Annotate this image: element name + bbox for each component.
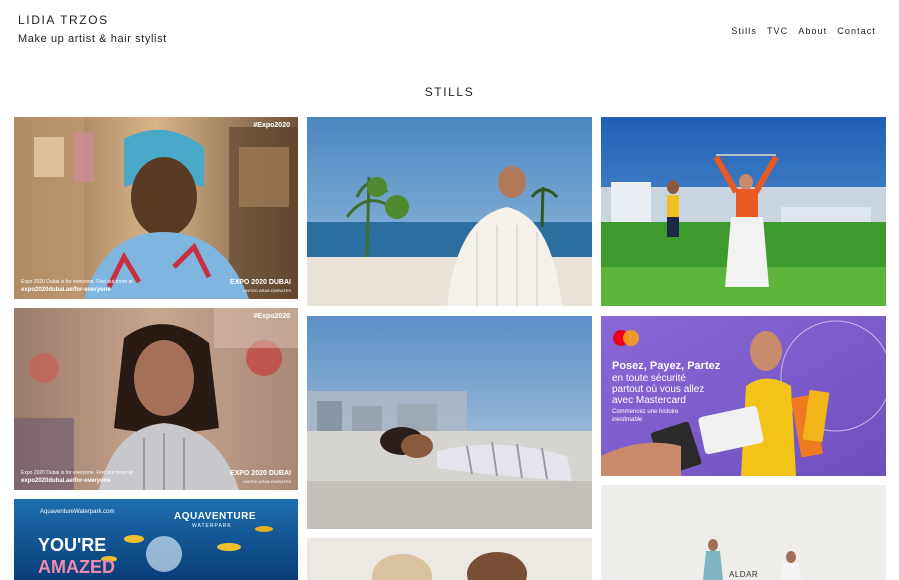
expo-url: expo2020dubai.ae/for-everyone bbox=[21, 287, 111, 293]
brand-name[interactable]: LIDIA TRZOS bbox=[18, 13, 109, 27]
expo-logo-text-2: EXPO 2020 DUBAI bbox=[229, 470, 291, 477]
gallery-tile-aldar[interactable]: ALDAR bbox=[601, 485, 886, 580]
expo-logo-text: EXPO 2020 DUBAI bbox=[229, 279, 291, 286]
site-header: LIDIA TRZOS Make up artist & hair stylis… bbox=[0, 0, 899, 70]
photo-aldar bbox=[601, 485, 886, 580]
mastercard-sub-1: Commencez une histoire bbox=[612, 409, 679, 415]
photo-expo-woman-2 bbox=[14, 308, 298, 490]
aquaventure-headline-1: YOU'RE bbox=[38, 535, 107, 555]
brand-tagline: Make up artist & hair stylist bbox=[18, 33, 167, 45]
nav-link-about[interactable]: About bbox=[798, 26, 827, 36]
main-nav: Stills TVC About Contact bbox=[731, 26, 876, 36]
expo-url-2: expo2020dubai.ae/for-everyone bbox=[21, 478, 111, 484]
mastercard-line-3: partout où vous allez bbox=[612, 384, 705, 395]
expo-logo-subtext: UNITED ARAB EMIRATES bbox=[243, 288, 291, 293]
expo-logo-subtext-2: UNITED ARAB EMIRATES bbox=[243, 479, 291, 484]
photo-sunbathing-woman bbox=[307, 117, 592, 306]
gallery-tile-golf[interactable] bbox=[601, 117, 886, 306]
aquaventure-brand: AQUAVENTURE bbox=[174, 511, 256, 522]
mastercard-line-4: avec Mastercard bbox=[612, 395, 686, 406]
aquaventure-url: AquaventureWaterpark.com bbox=[40, 509, 115, 515]
expo-hashtag: #Expo2020 bbox=[253, 122, 290, 129]
photo-golf bbox=[601, 117, 886, 306]
gallery-tile-sunbathing-woman[interactable] bbox=[307, 117, 592, 306]
gallery-tile-expo-woman[interactable]: #Expo2020 Expo 2020 Dubai is for everyon… bbox=[14, 117, 298, 299]
nav-link-contact[interactable]: Contact bbox=[837, 26, 876, 36]
aquaventure-headline-2: AMAZED bbox=[38, 557, 115, 577]
mastercard-line-2: en toute sécurité bbox=[612, 373, 686, 384]
photo-beach-woman bbox=[307, 316, 592, 529]
nav-link-stills[interactable]: Stills bbox=[731, 26, 757, 36]
gallery-tile-mastercard[interactable]: Posez, Payez, Partez en toute sécurité p… bbox=[601, 316, 886, 476]
expo-caption: Expo 2020 Dubai is for everyone. Find ou… bbox=[21, 279, 133, 285]
gallery-tile-aquaventure[interactable]: AquaventureWaterpark.com AQUAVENTURE WAT… bbox=[14, 499, 298, 580]
mastercard-sub-2: inestimable bbox=[612, 417, 643, 423]
gallery-tile-portrait-pair[interactable] bbox=[307, 538, 592, 580]
aldar-logo: ALDAR bbox=[729, 570, 759, 579]
expo-caption-2: Expo 2020 Dubai is for everyone. Find ou… bbox=[21, 470, 133, 476]
expo-hashtag-2: #Expo2020 bbox=[253, 313, 290, 320]
mastercard-headline: Posez, Payez, Partez bbox=[612, 360, 721, 372]
photo-portrait-pair bbox=[307, 538, 592, 580]
aquaventure-brand-sub: WATERPARK bbox=[192, 523, 232, 529]
gallery-tile-expo-woman-2[interactable]: #Expo2020 Expo 2020 Dubai is for everyon… bbox=[14, 308, 298, 490]
gallery-tile-beach-woman[interactable] bbox=[307, 316, 592, 529]
section-title: STILLS bbox=[424, 85, 475, 99]
nav-link-tvc[interactable]: TVC bbox=[767, 26, 788, 36]
photo-expo-woman bbox=[14, 117, 298, 299]
